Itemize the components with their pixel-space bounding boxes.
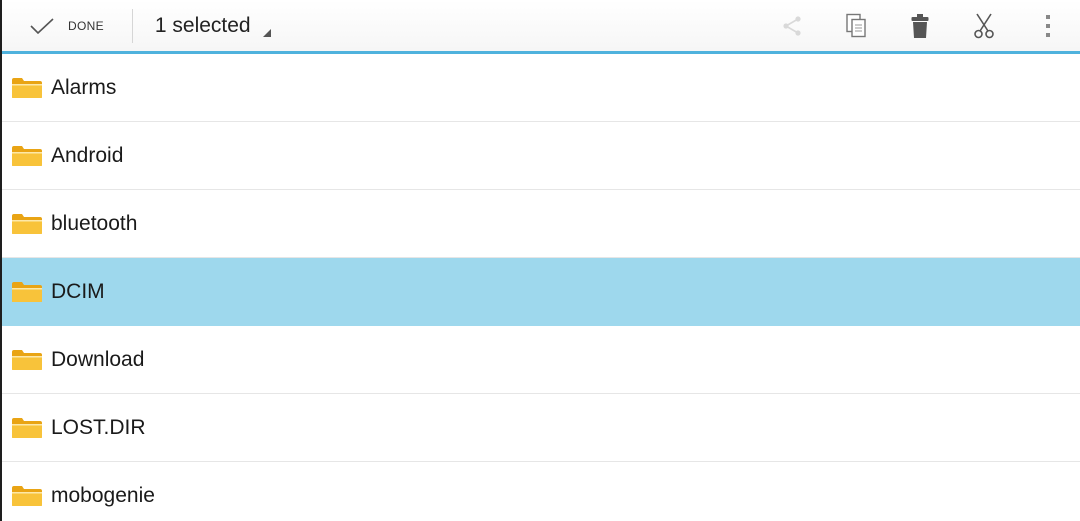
dropdown-triangle-icon <box>262 28 271 37</box>
share-button[interactable] <box>760 0 824 51</box>
file-row-lost-dir[interactable]: LOST.DIR <box>2 394 1080 462</box>
folder-icon <box>12 145 42 166</box>
copy-button[interactable] <box>824 0 888 51</box>
file-manager-screen: DONE 1 selected Alarms Android bluetooth… <box>0 0 1080 521</box>
file-row-download[interactable]: Download <box>2 326 1080 394</box>
file-row-dcim[interactable]: DCIM <box>2 258 1080 326</box>
overflow-menu-button[interactable] <box>1016 0 1080 51</box>
done-button[interactable]: DONE <box>2 0 132 51</box>
cut-button[interactable] <box>952 0 1016 51</box>
file-list: Alarms Android bluetooth DCIM Download LOST.D… <box>2 54 1080 521</box>
folder-icon <box>12 417 42 438</box>
folder-icon <box>12 349 42 370</box>
contextual-action-bar: DONE 1 selected <box>2 0 1080 54</box>
copy-icon <box>846 13 866 37</box>
file-name: LOST.DIR <box>51 415 146 439</box>
file-row-alarms[interactable]: Alarms <box>2 54 1080 122</box>
file-name: DCIM <box>51 279 105 303</box>
checkmark-icon <box>30 17 54 34</box>
folder-icon <box>12 213 42 234</box>
file-name: mobogenie <box>51 484 155 507</box>
more-vertical-icon <box>1046 14 1050 37</box>
file-row-android[interactable]: Android <box>2 122 1080 190</box>
file-row-bluetooth[interactable]: bluetooth <box>2 190 1080 258</box>
file-name: bluetooth <box>51 211 138 235</box>
selection-count-label: 1 selected <box>154 13 251 37</box>
done-label: DONE <box>68 18 104 33</box>
delete-button[interactable] <box>888 0 952 51</box>
action-bar-divider <box>131 8 133 43</box>
scissors-icon <box>974 13 994 38</box>
file-name: Android <box>51 143 124 167</box>
file-name: Alarms <box>51 75 117 99</box>
folder-icon <box>12 281 42 302</box>
selection-dropdown[interactable]: 1 selected <box>155 0 271 51</box>
trash-icon <box>911 13 929 38</box>
file-name: Download <box>51 347 145 371</box>
folder-icon <box>12 486 42 506</box>
file-row-mobogenie[interactable]: mobogenie <box>2 462 1080 521</box>
share-icon <box>783 15 801 36</box>
folder-icon <box>12 77 42 98</box>
